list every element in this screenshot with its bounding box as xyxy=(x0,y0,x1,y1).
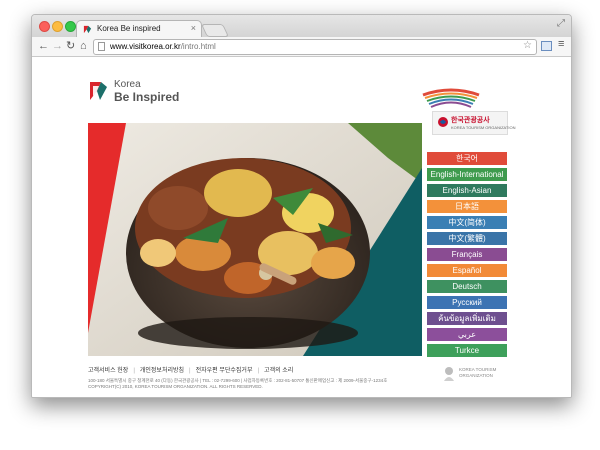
footer-link-customer-voice[interactable]: 고객의 소리 xyxy=(264,365,293,374)
kto-logo[interactable]: 한국관광공사 KOREA TOURISM ORGANIZATION xyxy=(432,111,515,135)
back-icon[interactable]: ← xyxy=(38,39,49,53)
footer-org-logo-text: KOREA TOURISM ORGANIZATION xyxy=(459,367,497,378)
url-text[interactable]: www.visitkorea.or.kr/intro.html xyxy=(110,42,216,51)
footer-separator: | xyxy=(257,368,260,374)
bookmark-star-icon[interactable]: ☆ xyxy=(523,40,532,51)
footer-link-email-policy[interactable]: 전자우편 무단수집거부 xyxy=(196,365,253,374)
footer-separator: | xyxy=(133,368,135,374)
browser-toolbar: ← → ↻ ⌂ www.visitkorea.or.kr/intro.html … xyxy=(32,37,571,57)
url-path: /intro.html xyxy=(180,42,216,51)
kto-footer-mark-icon xyxy=(444,367,454,381)
footer-link-customer-charter[interactable]: 고객서비스 헌장 xyxy=(88,365,128,374)
language-button[interactable]: Deutsch xyxy=(427,280,507,293)
extension-icon[interactable] xyxy=(541,41,552,51)
forward-icon[interactable]: → xyxy=(52,39,63,53)
language-button[interactable]: English-International xyxy=(427,168,507,181)
language-button[interactable]: ค้นข้อมูลเพิ่มเติม xyxy=(427,312,507,325)
page-icon xyxy=(98,42,105,51)
browser-menu-icon[interactable]: ≡ xyxy=(558,38,564,50)
tab-title: Korea Be inspired xyxy=(97,24,161,33)
language-button[interactable]: English-Asian xyxy=(427,184,507,197)
home-icon[interactable]: ⌂ xyxy=(80,39,87,53)
window-zoom-button[interactable] xyxy=(65,21,76,32)
kto-subtitle: KOREA TOURISM ORGANIZATION xyxy=(451,125,516,130)
tab-close-icon[interactable]: × xyxy=(191,23,196,33)
browser-tab[interactable]: Korea Be inspired × xyxy=(76,20,202,38)
window-close-button[interactable] xyxy=(39,21,50,32)
reload-icon[interactable]: ↻ xyxy=(66,39,75,53)
language-button[interactable]: عربي xyxy=(427,328,507,341)
korea-logo-mark-icon xyxy=(90,82,107,100)
language-button[interactable]: 中文(繁體) xyxy=(427,232,507,245)
footer-address: 100-180 서울특별시 중구 청계천로 40 (다동) 한국관광공사 | T… xyxy=(88,378,387,390)
logo-be-inspired-text: Be Inspired xyxy=(114,90,180,104)
language-menu: 한국어 English-International English-Asian 日本語… xyxy=(427,152,507,360)
window-minimize-button[interactable] xyxy=(52,21,63,32)
footer-links: 고객서비스 헌장 | 개인정보처리방침 | 전자우편 무단수집거부 | 고객의 소리 xyxy=(88,365,293,374)
language-button[interactable]: Turkce xyxy=(427,344,507,357)
page-content: Korea Be Inspired 한국관광공사 KOREA TOURISM O… xyxy=(32,57,571,397)
kto-title: 한국관광공사 xyxy=(451,117,490,124)
dancheong-arch-icon xyxy=(422,88,480,108)
language-button[interactable]: 한국어 xyxy=(427,152,507,165)
fullscreen-icon[interactable]: ⤢ xyxy=(557,18,565,29)
new-tab-button[interactable] xyxy=(200,24,230,37)
language-button[interactable]: Русский xyxy=(427,296,507,309)
language-button[interactable]: 中文(简体) xyxy=(427,216,507,229)
url-host: www.visitkorea.or.kr xyxy=(110,42,181,51)
footer-link-privacy-policy[interactable]: 개인정보처리방침 xyxy=(140,365,184,374)
address-bar[interactable]: www.visitkorea.or.kr/intro.html ☆ xyxy=(93,39,537,55)
language-button[interactable]: 日本語 xyxy=(427,200,507,213)
favicon-icon xyxy=(83,25,92,34)
hero-food-image xyxy=(88,123,422,356)
tab-strip: Korea Be inspired × ⤢ xyxy=(32,15,571,38)
footer-separator: | xyxy=(189,368,191,374)
browser-window: Korea Be inspired × ⤢ ← → ↻ ⌂ www.visitk… xyxy=(31,14,572,398)
logo-korea-text: Korea xyxy=(114,79,141,90)
footer-copyright: COPYRIGHT(C) 2010, KOREA TOURISM ORGANIZ… xyxy=(88,384,263,389)
language-button[interactable]: Español xyxy=(427,264,507,277)
language-button[interactable]: Français xyxy=(427,248,507,261)
kto-mark-icon xyxy=(438,117,448,127)
